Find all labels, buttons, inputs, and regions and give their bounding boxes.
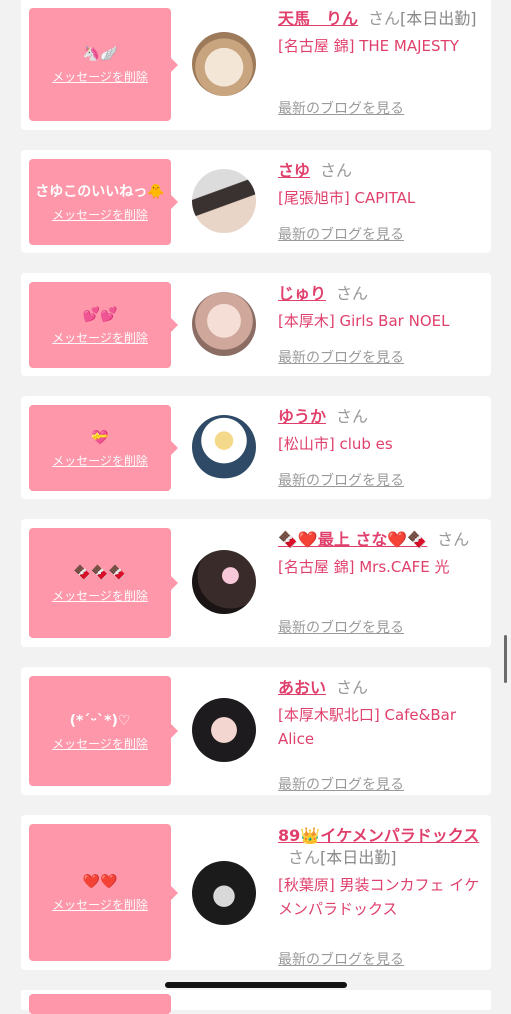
message-text: 🍫🍫🍫 [73,564,127,581]
message-bubble: 💕💕 メッセージを削除 [29,282,178,368]
delete-message-link[interactable]: メッセージを削除 [52,329,148,346]
avatar[interactable] [192,415,256,479]
next-card-peek [21,990,491,1014]
cast-info: 89👑イケメンパラドックスさん[本日出勤] [秋葉原] 男装コンカフェ イケメン… [278,825,488,968]
cast-name[interactable]: 天馬 りん [278,9,358,28]
message-card: 💕💕 メッセージを削除 じゅり さん [本厚木] Girls Bar NOEL 最… [21,273,491,376]
blog-link[interactable]: 最新のブログを見る [278,617,404,637]
honorific: さん [288,848,321,867]
status-badge: [本日出勤] [320,848,397,867]
message-bubble: 🦄🪽 メッセージを削除 [29,8,178,121]
cast-name[interactable]: 🍫❤️最上 さな❤️🍫 [278,530,427,549]
avatar[interactable] [192,169,256,233]
cast-name[interactable]: じゅり [278,284,326,303]
blog-link[interactable]: 最新のブログを見る [278,224,404,244]
cast-name[interactable]: あおい [278,678,326,697]
honorific: さん [320,161,353,180]
delete-message-link[interactable]: メッセージを削除 [52,452,148,469]
next-bubble-peek [29,994,171,1014]
delete-message-link[interactable]: メッセージを削除 [52,896,148,913]
shop-name[interactable]: [本厚木駅北口] Cafe&Bar Alice [278,703,488,751]
delete-message-link[interactable]: メッセージを削除 [52,735,148,752]
avatar[interactable] [192,550,256,614]
home-indicator[interactable] [165,982,347,988]
status-badge: [本日出勤] [400,9,477,28]
shop-name[interactable]: [名古屋 錦] THE MAJESTY [278,34,488,58]
cast-info: 🍫❤️最上 さな❤️🍫 さん [名古屋 錦] Mrs.CAFE 光 最新のブログを… [278,529,488,636]
blog-link[interactable]: 最新のブログを見る [278,949,404,969]
message-text: さゆこのいいねっ🐥 [35,183,165,200]
blog-link[interactable]: 最新のブログを見る [278,347,404,367]
message-bubble: ❤️❤️ メッセージを削除 [29,824,178,961]
delete-message-link[interactable]: メッセージを削除 [52,68,148,85]
delete-message-link[interactable]: メッセージを削除 [52,587,148,604]
shop-name[interactable]: [松山市] club es [278,432,488,456]
delete-message-link[interactable]: メッセージを削除 [52,206,148,223]
honorific: さん [336,407,369,426]
cast-name[interactable]: 89👑イケメンパラドックス [278,826,479,845]
honorific: さん [368,9,401,28]
message-bubble: さゆこのいいねっ🐥 メッセージを削除 [29,159,178,245]
message-text: (*ˊᵕˋ*)♡ [69,712,131,729]
blog-link[interactable]: 最新のブログを見る [278,774,404,794]
message-text: 💕💕 [82,306,118,323]
cast-info: さゆ さん [尾張旭市] CAPITAL 最新のブログを見る [278,160,488,243]
message-card: 🍫🍫🍫 メッセージを削除 🍫❤️最上 さな❤️🍫 さん [名古屋 錦] Mrs.C… [21,519,491,647]
scrollbar[interactable] [504,635,507,683]
shop-name[interactable]: [秋葉原] 男装コンカフェ イケメンパラドックス [278,873,488,921]
cast-info: 天馬 りん さん[本日出勤] [名古屋 錦] THE MAJESTY 最新のブログ… [278,8,488,117]
message-bubble: 🍫🍫🍫 メッセージを削除 [29,528,178,638]
honorific: さん [336,678,369,697]
message-card: (*ˊᵕˋ*)♡ メッセージを削除 あおい さん [本厚木駅北口] Cafe&Ba… [21,667,491,795]
avatar[interactable] [192,32,256,96]
cast-name[interactable]: ゆうか [278,407,326,426]
cast-info: ゆうか さん [松山市] club es 最新のブログを見る [278,406,488,489]
message-text: ❤️❤️ [82,874,118,890]
blog-link[interactable]: 最新のブログを見る [278,98,404,118]
message-card: 💝 メッセージを削除 ゆうか さん [松山市] club es 最新のブログを見る [21,396,491,499]
cast-info: じゅり さん [本厚木] Girls Bar NOEL 最新のブログを見る [278,283,488,366]
shop-name[interactable]: [名古屋 錦] Mrs.CAFE 光 [278,555,488,579]
honorific: さん [437,530,470,549]
message-card: さゆこのいいねっ🐥 メッセージを削除 さゆ さん [尾張旭市] CAPITAL 最… [21,150,491,253]
honorific: さん [336,284,369,303]
avatar[interactable] [192,698,256,762]
message-bubble: 💝 メッセージを削除 [29,405,178,491]
cast-info: あおい さん [本厚木駅北口] Cafe&Bar Alice 最新のブログを見る [278,677,488,793]
shop-name[interactable]: [尾張旭市] CAPITAL [278,186,488,210]
cast-name[interactable]: さゆ [278,161,310,180]
message-text: 💝 [91,429,109,446]
avatar[interactable] [192,861,256,925]
avatar[interactable] [192,292,256,356]
message-text: 🦄🪽 [82,46,118,62]
message-card: 🦄🪽 メッセージを削除 天馬 りん さん[本日出勤] [名古屋 錦] THE MA… [21,0,491,130]
blog-link[interactable]: 最新のブログを見る [278,470,404,490]
message-card: ❤️❤️ メッセージを削除 89👑イケメンパラドックスさん[本日出勤] [秋葉原… [21,815,491,970]
shop-name[interactable]: [本厚木] Girls Bar NOEL [278,309,488,333]
message-bubble: (*ˊᵕˋ*)♡ メッセージを削除 [29,676,178,786]
